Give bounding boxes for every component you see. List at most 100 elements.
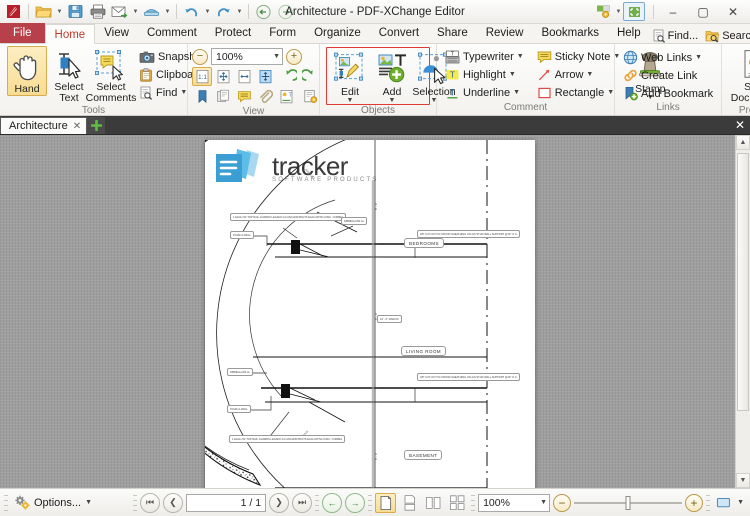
highlight-button[interactable]: T Highlight ▼ xyxy=(441,66,528,83)
status-zoom-combo[interactable]: 100% ▼ xyxy=(478,493,551,512)
create-link-button[interactable]: Create Link xyxy=(619,67,717,84)
tab-comment[interactable]: Comment xyxy=(138,23,206,43)
add-objects-button[interactable]: Add ▼ xyxy=(372,49,412,104)
tab-protect[interactable]: Protect xyxy=(206,23,260,43)
select-text-button[interactable]: Select Text xyxy=(49,46,89,105)
scrollbar-track[interactable] xyxy=(736,150,750,473)
sign-document-button[interactable]: Sign Document xyxy=(726,46,750,105)
web-links-caret[interactable]: ▼ xyxy=(695,54,702,61)
tab-file[interactable]: File xyxy=(0,23,45,43)
arrow-caret[interactable]: ▼ xyxy=(586,71,593,78)
tab-organize[interactable]: Organize xyxy=(305,23,370,43)
search-button[interactable]: Search... xyxy=(703,29,750,43)
fit-width-icon[interactable] xyxy=(234,67,254,86)
scan-dropdown-caret[interactable]: ▼ xyxy=(163,2,172,22)
close-button[interactable]: ✕ xyxy=(718,1,748,23)
zoom-slider[interactable] xyxy=(574,494,683,512)
pdf-page[interactable]: tracker SOFTWARE PRODUCTS 8' - 0" 8' - 0… xyxy=(205,140,535,488)
fit-visible-icon[interactable] xyxy=(713,493,734,513)
previous-page-button[interactable]: ❮ xyxy=(163,492,184,513)
open-icon[interactable] xyxy=(33,2,54,22)
arrow-button[interactable]: Arrow ▼ xyxy=(533,66,625,83)
email-icon[interactable] xyxy=(109,2,130,22)
comments-pane-icon[interactable] xyxy=(234,87,254,106)
tab-help[interactable]: Help xyxy=(608,23,650,43)
minimize-button[interactable]: – xyxy=(658,1,688,23)
bookmarks-pane-icon[interactable] xyxy=(192,87,212,106)
rectangle-caret[interactable]: ▼ xyxy=(607,89,614,96)
select-comments-button[interactable]: Select Comments xyxy=(86,46,136,105)
web-links-button[interactable]: Web Links ▼ xyxy=(619,49,717,66)
undo-dropdown-caret[interactable]: ▼ xyxy=(203,2,212,22)
underline-caret[interactable]: ▼ xyxy=(513,89,520,96)
new-tab-button[interactable] xyxy=(87,117,106,134)
close-document-button[interactable]: ✕ xyxy=(733,118,747,132)
fit-dropdown-caret[interactable]: ▼ xyxy=(737,499,746,506)
zoom-level-combo[interactable]: 100% ▼ xyxy=(211,48,283,65)
save-icon[interactable] xyxy=(65,2,86,22)
document-viewer[interactable]: tracker SOFTWARE PRODUCTS 8' - 0" 8' - 0… xyxy=(0,135,750,488)
hand-tool-button[interactable]: Hand xyxy=(7,46,47,96)
zoom-in-button[interactable]: + xyxy=(286,48,302,65)
print-icon[interactable] xyxy=(87,2,108,22)
scan-icon[interactable] xyxy=(141,2,162,22)
status-zoom-out-button[interactable]: − xyxy=(553,493,572,512)
two-page-icon[interactable] xyxy=(423,493,444,513)
continuous-page-icon[interactable] xyxy=(399,493,420,513)
scroll-down-button[interactable]: ▼ xyxy=(736,473,750,488)
scroll-up-button[interactable]: ▲ xyxy=(736,135,750,150)
fit-visible-icon[interactable] xyxy=(255,67,275,86)
options-button[interactable]: Options... ▼ xyxy=(11,495,95,510)
back-icon[interactable] xyxy=(253,2,274,22)
first-page-button[interactable]: ⏮ xyxy=(140,492,161,513)
vertical-scrollbar[interactable]: ▲ ▼ xyxy=(735,135,750,488)
sticky-note-button[interactable]: Sticky Note ▼ xyxy=(533,48,625,65)
app-logo-icon[interactable] xyxy=(3,2,24,22)
fit-page-icon[interactable] xyxy=(213,67,233,86)
tab-share[interactable]: Share xyxy=(428,23,477,43)
scrollbar-thumb[interactable] xyxy=(737,153,749,411)
tab-form[interactable]: Form xyxy=(260,23,305,43)
signatures-pane-icon[interactable]: T xyxy=(276,87,296,106)
add-bookmark-button[interactable]: Add Bookmark xyxy=(619,85,717,102)
actual-size-icon[interactable]: 1:1 xyxy=(192,67,212,86)
next-page-button[interactable]: ❯ xyxy=(269,492,290,513)
maximize-button[interactable]: ▢ xyxy=(688,1,718,23)
open-dropdown-caret[interactable]: ▼ xyxy=(55,2,64,22)
redo-icon[interactable] xyxy=(213,2,234,22)
last-page-button[interactable]: ⏭ xyxy=(292,492,313,513)
underline-button[interactable]: T Underline ▼ xyxy=(441,84,528,101)
page-number-input[interactable]: 1 / 1 xyxy=(186,493,267,512)
tab-home[interactable]: Home xyxy=(44,24,96,44)
status-zoom-in-button[interactable]: + xyxy=(685,493,704,512)
zoom-out-button[interactable]: − xyxy=(192,48,208,65)
ui-settings-icon[interactable] xyxy=(593,2,614,22)
zoom-slider-handle[interactable] xyxy=(625,495,631,510)
add-objects-caret[interactable]: ▼ xyxy=(389,97,396,104)
tab-convert[interactable]: Convert xyxy=(370,23,428,43)
redo-dropdown-caret[interactable]: ▼ xyxy=(235,2,244,22)
chevron-down-icon[interactable]: ▼ xyxy=(273,53,280,60)
rectangle-button[interactable]: Rectangle ▼ xyxy=(533,84,625,101)
single-page-icon[interactable] xyxy=(375,492,397,513)
status-zoom-caret[interactable]: ▼ xyxy=(540,499,547,506)
navigate-back-button[interactable]: ← xyxy=(322,492,343,513)
tab-view[interactable]: View xyxy=(95,23,138,43)
fullscreen-button[interactable] xyxy=(623,2,645,21)
ui-settings-caret[interactable]: ▼ xyxy=(614,2,623,22)
find-caret[interactable]: ▼ xyxy=(180,89,187,96)
typewriter-button[interactable]: T Typewriter ▼ xyxy=(441,48,528,65)
document-tab-close-icon[interactable]: ✕ xyxy=(73,121,81,132)
rotate-left-icon[interactable] xyxy=(279,67,299,86)
tab-review[interactable]: Review xyxy=(477,23,533,43)
forward-icon[interactable] xyxy=(275,2,296,22)
options-caret[interactable]: ▼ xyxy=(85,499,92,506)
typewriter-caret[interactable]: ▼ xyxy=(517,53,524,60)
tab-bookmarks[interactable]: Bookmarks xyxy=(532,23,608,43)
find-button[interactable]: Find... xyxy=(650,29,701,43)
attachments-pane-icon[interactable] xyxy=(255,87,275,106)
highlight-caret[interactable]: ▼ xyxy=(509,71,516,78)
pages-pane-icon[interactable] xyxy=(213,87,233,106)
properties-pane-icon[interactable] xyxy=(300,87,320,106)
navigate-forward-button[interactable]: → xyxy=(345,492,366,513)
